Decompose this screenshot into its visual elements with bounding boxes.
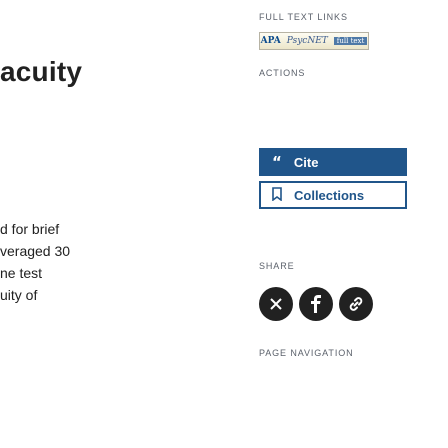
actions-label: ACTIONS xyxy=(259,68,306,78)
article-text-line: d for brief xyxy=(0,221,60,237)
quote-icon: “ xyxy=(272,152,282,171)
page-navigation-label: PAGE NAVIGATION xyxy=(259,348,354,358)
article-text-line: ne test xyxy=(0,265,43,281)
share-twitter-x-button[interactable] xyxy=(259,287,293,321)
collections-button-label: Collections xyxy=(294,187,365,203)
twitter-x-icon xyxy=(270,298,282,310)
cite-button[interactable]: “ Cite xyxy=(259,148,407,176)
facebook-icon xyxy=(311,295,321,313)
permalink-icon xyxy=(349,297,363,311)
collections-button[interactable]: Collections xyxy=(259,181,407,209)
apa-full-text-link[interactable]: APA PsycNET full text xyxy=(259,32,369,50)
cite-button-label: Cite xyxy=(293,154,319,170)
share-label: SHARE xyxy=(259,261,295,271)
share-permalink-button[interactable] xyxy=(339,287,373,321)
bookmark-icon xyxy=(272,186,282,204)
full-text-links-label: FULL TEXT LINKS xyxy=(259,12,348,22)
article-heading: acuity xyxy=(0,56,83,87)
apa-full-text-logo: APA PsycNET full text xyxy=(259,32,369,50)
share-facebook-button[interactable] xyxy=(299,287,333,321)
article-text-line: uity of xyxy=(0,287,38,303)
article-text-line: veraged 30 xyxy=(0,243,71,259)
